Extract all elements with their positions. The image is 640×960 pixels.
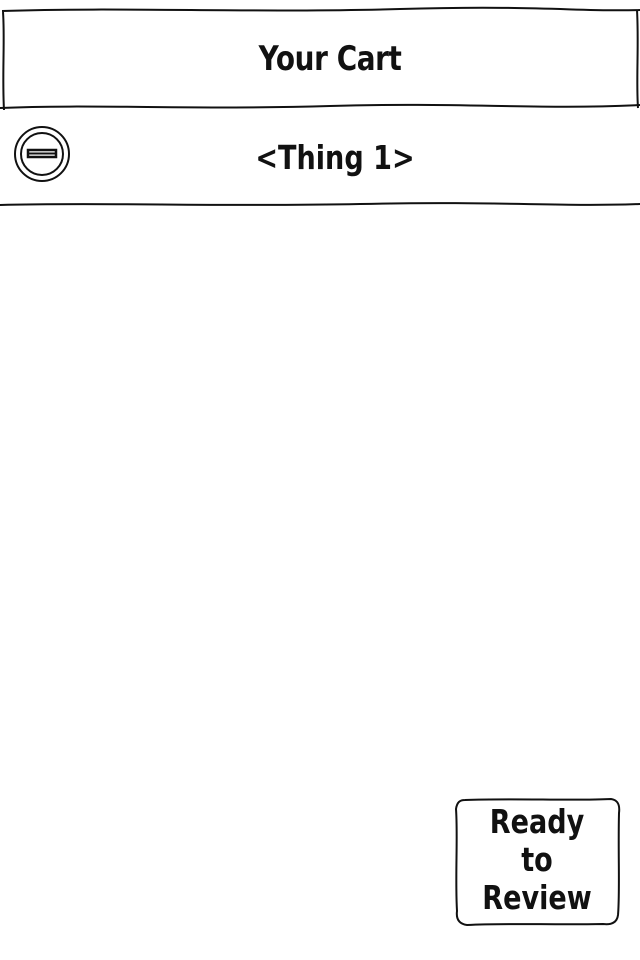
page-title: Your Cart [258,39,402,79]
ready-to-review-button[interactable]: Ready to Review [453,797,621,927]
review-button-label: Ready to Review [468,803,606,917]
cart-item-label: <Thing 1> [255,137,415,177]
minus-circle-icon [14,126,70,182]
cart-header: Your Cart [4,10,636,108]
remove-item-button[interactable] [13,125,71,183]
cart-item-row: <Thing 1> [0,108,640,206]
review-label-line1: Ready [489,802,585,841]
review-label-line2: to [521,840,553,879]
review-label-line3: Review [482,878,592,917]
